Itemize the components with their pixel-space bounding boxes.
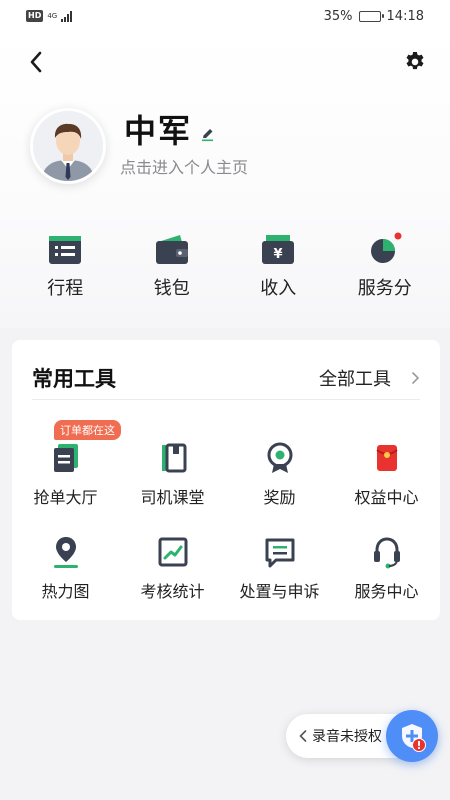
wallet-icon — [155, 235, 188, 264]
tool-rights-center[interactable]: 权益中心 — [333, 420, 440, 514]
safety-fab-button[interactable] — [386, 710, 438, 762]
headset-icon — [373, 537, 400, 569]
all-tools-label: 全部工具 — [319, 368, 391, 390]
gear-icon — [406, 52, 424, 70]
battery-percent: 35% — [323, 8, 353, 24]
reward-icon — [267, 442, 292, 473]
tool-label: 奖励 — [263, 488, 296, 507]
red-envelope-icon — [375, 445, 398, 471]
recording-status-text: 录音未授权 — [312, 729, 382, 745]
tool-heatmap[interactable]: 热力图 — [12, 514, 119, 608]
tool-reward[interactable]: 奖励 — [226, 420, 333, 514]
tool-label: 权益中心 — [354, 488, 419, 507]
tool-label: 抢单大厅 — [33, 488, 98, 507]
message-icon — [265, 538, 294, 568]
tools-title: 常用工具 — [32, 366, 116, 391]
quick-label-wallet: 钱包 — [153, 278, 190, 299]
tool-label: 司机课堂 — [140, 488, 205, 507]
common-tools-card: 常用工具 全部工具 订单都在这 抢单大厅 司机课堂 奖励 权益中心 热力图 考核… — [12, 340, 440, 620]
quick-label-itinerary: 行程 — [47, 278, 84, 299]
book-icon — [161, 443, 186, 473]
chevron-right-icon — [412, 371, 420, 384]
tool-order-hall[interactable]: 订单都在这 抢单大厅 — [12, 420, 121, 514]
edit-name-button[interactable] — [200, 126, 216, 142]
svg-text:¥: ¥ — [274, 247, 283, 262]
tools-header: 常用工具 全部工具 — [32, 356, 420, 400]
pencil-icon — [202, 129, 213, 142]
tool-label: 处置与申诉 — [239, 582, 320, 601]
status-left: HD 4G — [26, 10, 73, 22]
tool-label: 考核统计 — [140, 582, 205, 601]
tool-label: 服务中心 — [354, 582, 419, 601]
all-tools-link[interactable]: 全部工具 — [319, 365, 420, 391]
tool-service-center[interactable]: 服务中心 — [333, 514, 440, 608]
chevron-left-small-icon — [299, 730, 307, 742]
quick-item-service-score[interactable]: 服务分 — [340, 230, 430, 310]
chevron-left-icon — [30, 51, 42, 73]
order-hall-badge: 订单都在这 — [54, 420, 121, 440]
quick-access-row: 行程 钱包 ¥ 收入 服务分 — [0, 230, 450, 310]
status-right: 35% 14:18 — [324, 9, 424, 24]
tool-assessment-stats[interactable]: 考核统计 — [119, 514, 226, 608]
tools-grid: 订单都在这 抢单大厅 司机课堂 奖励 权益中心 热力图 考核统计 处置与申诉 服… — [12, 420, 440, 608]
avatar[interactable] — [30, 108, 106, 184]
income-icon: ¥ — [262, 235, 295, 264]
quick-label-service-score: 服务分 — [357, 278, 412, 299]
chart-icon — [158, 537, 187, 567]
order-hall-icon — [53, 444, 78, 472]
service-score-icon — [370, 232, 402, 263]
quick-label-income: 收入 — [260, 278, 297, 299]
battery-icon — [358, 10, 384, 22]
hd-badge: HD — [26, 10, 44, 22]
quick-item-income[interactable]: ¥ 收入 — [233, 230, 323, 310]
avatar-image — [33, 111, 103, 181]
tool-appeal[interactable]: 处置与申诉 — [226, 514, 333, 608]
tool-label: 热力图 — [41, 582, 90, 601]
status-bar: HD 4G 35% 14:18 — [0, 0, 450, 32]
settings-button[interactable] — [400, 47, 430, 77]
quick-item-wallet[interactable]: 钱包 — [127, 230, 217, 310]
fab-alert-badge: ! — [412, 738, 426, 752]
network-label: 4G — [47, 12, 58, 20]
tool-driver-class[interactable]: 司机课堂 — [119, 420, 226, 514]
quick-item-itinerary[interactable]: 行程 — [20, 230, 110, 310]
location-pin-icon — [53, 537, 78, 568]
itinerary-icon — [49, 236, 82, 264]
clock: 14:18 — [386, 8, 424, 24]
signal-icon — [61, 10, 73, 22]
back-button[interactable] — [22, 48, 50, 76]
user-name[interactable]: 中军 — [124, 106, 192, 152]
profile-homepage-link[interactable]: 点击进入个人主页 — [120, 154, 248, 178]
